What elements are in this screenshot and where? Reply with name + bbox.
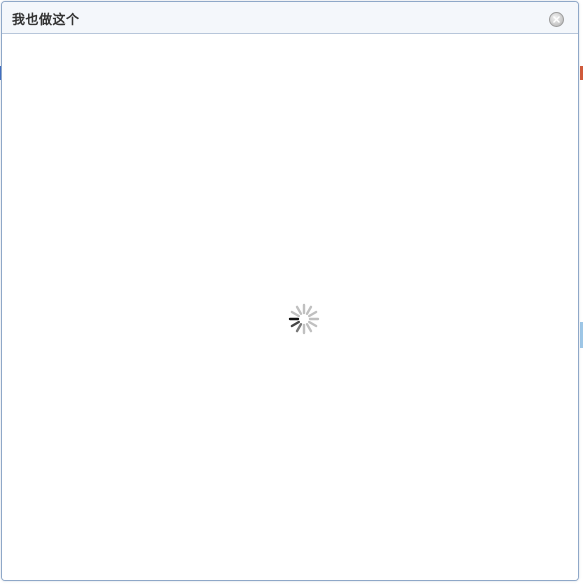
dialog-window: 我也做这个: [1, 1, 579, 581]
spinner-spoke: [295, 322, 303, 333]
spinner-spoke: [305, 322, 313, 333]
spinner-spoke: [295, 305, 303, 316]
page: 我也做这个: [0, 0, 583, 585]
close-button[interactable]: [549, 12, 564, 27]
close-icon: [553, 16, 560, 23]
spinner-spoke: [305, 305, 313, 316]
spinner-spoke: [290, 320, 301, 328]
dialog-title: 我也做这个: [12, 13, 80, 28]
spinner-spoke: [290, 310, 301, 318]
spinner-spoke: [307, 310, 318, 318]
spinner-spoke: [307, 320, 318, 328]
loading-spinner-icon: [288, 303, 320, 335]
dialog-titlebar[interactable]: 我也做这个: [2, 2, 578, 34]
